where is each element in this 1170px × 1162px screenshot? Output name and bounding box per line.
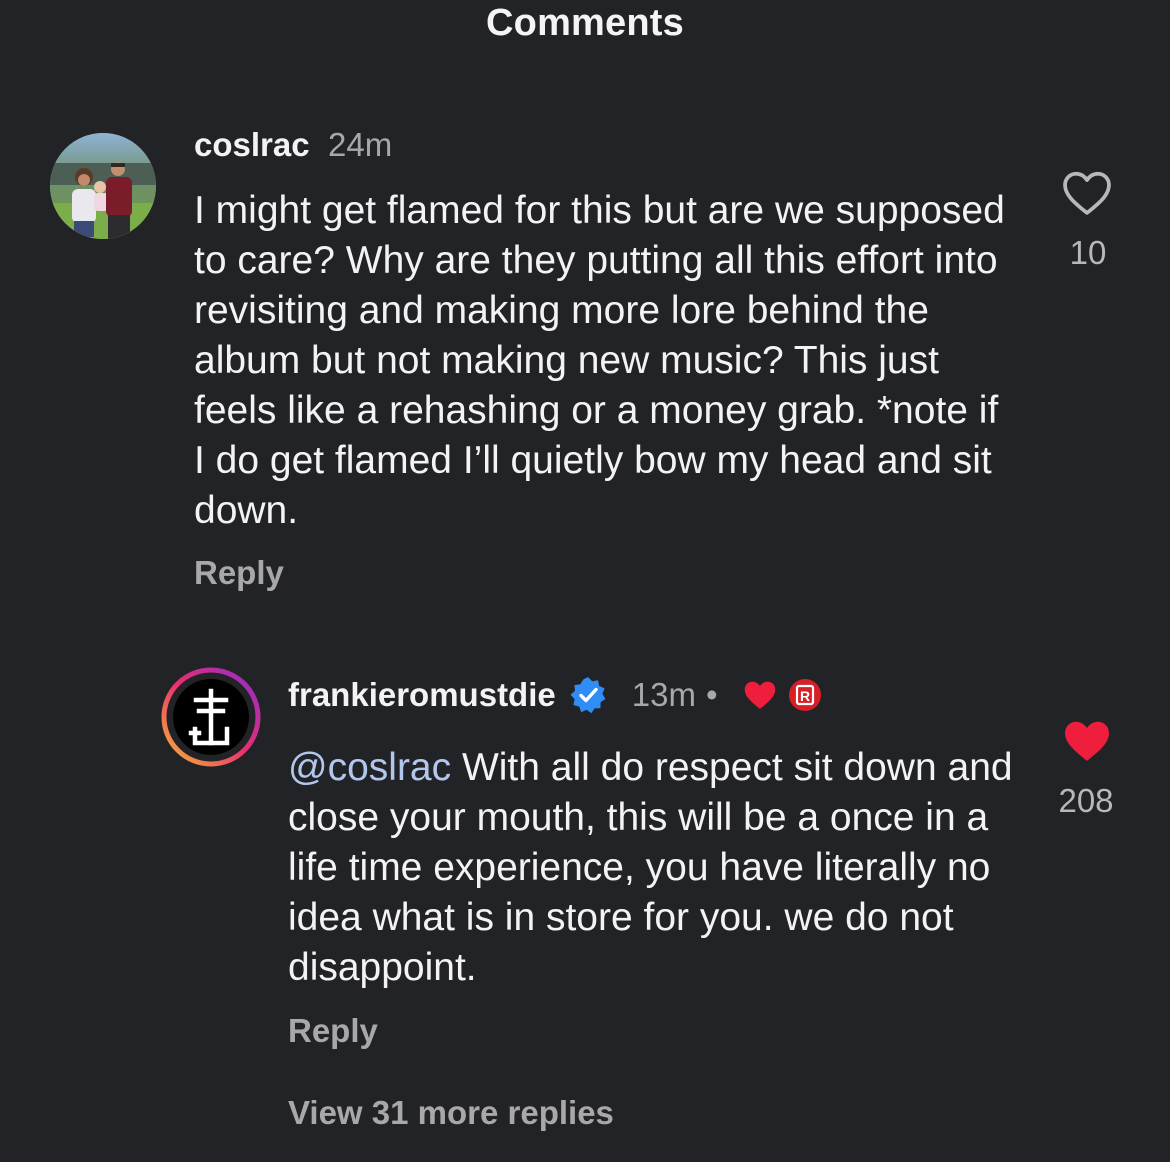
like-button[interactable]: [1060, 170, 1114, 216]
comment-username[interactable]: coslrac: [194, 126, 310, 163]
svg-text:R: R: [799, 688, 809, 704]
reply-username[interactable]: frankieromustdie: [288, 676, 556, 714]
comments-header: Comments: [0, 0, 1170, 56]
reply-text: @coslrac With all do respect sit down an…: [288, 743, 1028, 993]
comment-time: 24m: [328, 126, 393, 163]
like-count: 208: [1058, 782, 1114, 819]
reply-meta: frankieromustdie 13m • R: [288, 673, 822, 717]
verified-badge-icon: [568, 675, 608, 715]
heart-icon: [742, 679, 778, 711]
user-mention[interactable]: @coslrac: [288, 746, 451, 789]
like-count: 10: [1069, 234, 1107, 271]
avatar[interactable]: [161, 667, 261, 767]
meta-separator: •: [705, 676, 718, 713]
profile-photo-icon: [50, 133, 156, 239]
r-badge-icon: R: [788, 678, 822, 712]
reply-button[interactable]: Reply: [194, 554, 284, 592]
like-button[interactable]: [1060, 718, 1114, 764]
page-title: Comments: [486, 2, 684, 44]
reply-time: 13m: [631, 676, 696, 713]
comment-meta: coslrac 24m: [194, 126, 392, 170]
cross-anchor-logo-icon: [161, 667, 261, 767]
heart-filled-icon: [1065, 721, 1109, 761]
view-more-replies-button[interactable]: View 31 more replies: [288, 1094, 614, 1132]
heart-outline-icon: [1063, 171, 1111, 215]
avatar[interactable]: [50, 133, 156, 239]
reply-button[interactable]: Reply: [288, 1012, 378, 1050]
comment-text: I might get flamed for this but are we s…: [194, 189, 1005, 532]
